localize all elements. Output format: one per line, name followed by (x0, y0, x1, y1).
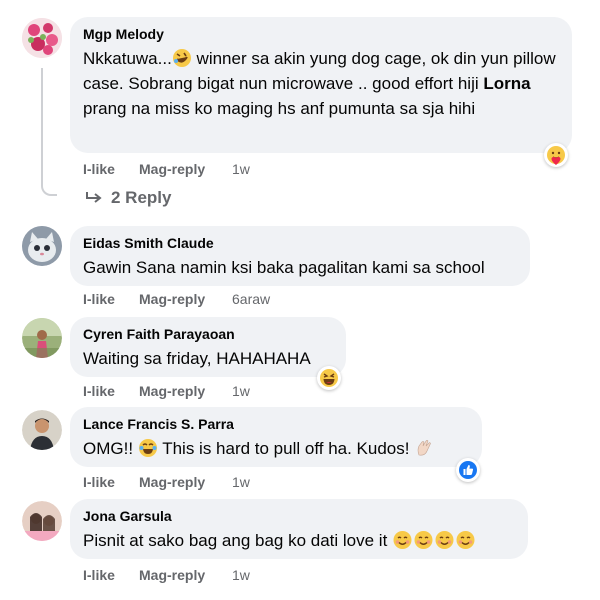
smiling-face-emoji-icon (435, 531, 454, 549)
comment-actions: I-like Mag-reply 1w (83, 473, 250, 491)
reply-button[interactable]: Mag-reply (139, 160, 232, 178)
avatar[interactable] (22, 318, 62, 358)
reply-button[interactable]: Mag-reply (139, 566, 232, 584)
avatar[interactable] (22, 501, 62, 541)
comment-actions: I-like Mag-reply 1w (83, 566, 250, 584)
tears-of-joy-emoji-icon (138, 439, 157, 457)
like-button[interactable]: I-like (83, 473, 139, 491)
comment-timestamp[interactable]: 1w (232, 160, 250, 178)
view-replies-button[interactable]: 2 Reply (85, 188, 171, 208)
like-button[interactable]: I-like (83, 566, 139, 584)
comment-author[interactable]: Cyren Faith Parayaoan (83, 325, 332, 343)
haha-reaction-icon[interactable] (317, 366, 341, 390)
rofl-emoji-icon (172, 49, 191, 67)
comment-bubble: Mgp Melody Nkkatuwa... winner sa akin yu… (70, 17, 572, 153)
reply-button[interactable]: Mag-reply (139, 290, 232, 308)
reply-button[interactable]: Mag-reply (139, 473, 232, 491)
comment-author[interactable]: Mgp Melody (83, 25, 558, 43)
comment-timestamp[interactable]: 1w (232, 382, 250, 400)
like-button[interactable]: I-like (83, 290, 139, 308)
comment-actions: I-like Mag-reply 1w (83, 382, 250, 400)
comment-timestamp[interactable]: 1w (232, 566, 250, 584)
comment-actions: I-like Mag-reply 1w (83, 160, 250, 178)
thread-connector (41, 68, 57, 196)
comment-author[interactable]: Eidas Smith Claude (83, 234, 516, 252)
avatar[interactable] (22, 18, 62, 58)
smiling-face-emoji-icon (456, 531, 475, 549)
avatar[interactable] (22, 226, 62, 266)
comment-text: Gawin Sana namin ksi baka pagalitan kami… (83, 258, 485, 277)
comment-bubble: Lance Francis S. Parra OMG!! This is har… (70, 407, 482, 467)
smiling-face-emoji-icon (414, 531, 433, 549)
like-button[interactable]: I-like (83, 160, 139, 178)
comment-bubble: Eidas Smith Claude Gawin Sana namin ksi … (70, 226, 530, 286)
clapping-hands-emoji-icon (417, 440, 432, 456)
comment-bubble: Cyren Faith Parayaoan Waiting sa friday,… (70, 317, 346, 377)
like-button[interactable]: I-like (83, 382, 139, 400)
comment-timestamp[interactable]: 6araw (232, 290, 270, 308)
comment-author[interactable]: Jona Garsula (83, 507, 514, 525)
comment-text: OMG!! This is hard to pull off ha. Kudos… (83, 436, 468, 461)
like-reaction-icon[interactable] (456, 458, 480, 482)
comment-bubble: Jona Garsula Pisnit at sako bag ang bag … (70, 499, 528, 559)
comment-actions: I-like Mag-reply 6araw (83, 290, 270, 308)
reply-button[interactable]: Mag-reply (139, 382, 232, 400)
comment-text: Nkkatuwa... winner sa akin yung dog cage… (83, 49, 556, 118)
avatar[interactable] (22, 410, 62, 450)
care-reaction-icon[interactable] (544, 143, 568, 167)
smiling-emoji-row (392, 531, 476, 550)
smiling-face-emoji-icon (393, 531, 412, 549)
reply-arrow-icon (86, 192, 102, 203)
comment-text: Pisnit at sako bag ang bag ko dati love … (83, 528, 514, 553)
comment-author[interactable]: Lance Francis S. Parra (83, 415, 468, 433)
comment-timestamp[interactable]: 1w (232, 473, 250, 491)
comment-text: Waiting sa friday, HAHAHAHA (83, 349, 311, 368)
replies-count: 2 Reply (111, 188, 172, 207)
mention-link[interactable]: Lorna (483, 74, 530, 93)
